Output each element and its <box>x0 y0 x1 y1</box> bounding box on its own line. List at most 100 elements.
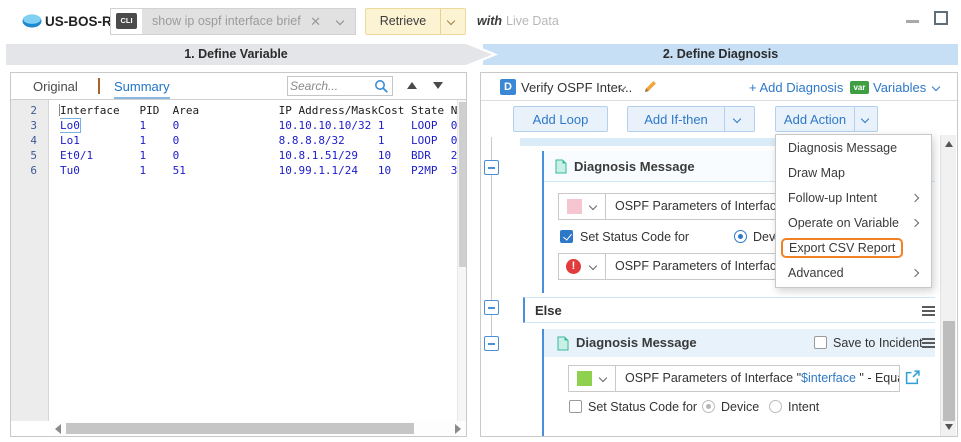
scroll-up-icon[interactable] <box>945 141 953 147</box>
set-status-checkbox[interactable] <box>560 230 573 243</box>
add-action-button[interactable]: Add Action <box>775 106 878 132</box>
left-vertical-scrollbar-thumb[interactable] <box>459 102 466 267</box>
tab-original[interactable]: Original <box>33 79 78 94</box>
intent-radio[interactable] <box>769 400 782 413</box>
submenu-arrow-icon <box>911 219 919 227</box>
left-vertical-scrollbar[interactable] <box>457 100 466 421</box>
step-define-variable[interactable]: 1. Define Variable <box>6 44 492 65</box>
add-action-label: Add Action <box>776 112 854 127</box>
add-loop-label: Add Loop <box>514 112 607 127</box>
scroll-left-icon[interactable] <box>55 424 61 434</box>
set-status-checkbox[interactable] <box>569 400 582 413</box>
add-if-then-label: Add If-then <box>628 112 724 127</box>
search-input[interactable] <box>290 77 370 95</box>
line-number: 2 <box>11 103 48 118</box>
code-line[interactable]: Lo1 1 0 8.8.8.8/32 1 LOOP 0/0 <box>60 133 466 148</box>
message-text[interactable]: OSPF Parameters of Interface " <box>615 259 791 273</box>
swatch-chevron-icon[interactable] <box>589 262 597 270</box>
code-line[interactable]: Tu0 1 51 10.99.1.1/24 10 P2MP 3/3 <box>60 163 466 178</box>
add-diagnosis-button[interactable]: + Add Diagnosis <box>749 80 843 95</box>
button-divider <box>724 107 725 131</box>
menu-item-label: Advanced <box>788 266 844 280</box>
diagnosis-message-header: Diagnosis Message Save to Incident <box>544 329 935 357</box>
right-vertical-scrollbar-thumb[interactable] <box>943 321 955 421</box>
command-input-body[interactable]: show ip ospf interface brief ✕ <box>142 9 355 34</box>
menu-item-advanced[interactable]: Advanced <box>776 261 931 286</box>
swatch-chevron-icon[interactable] <box>589 202 597 210</box>
row-divider <box>615 366 616 391</box>
drag-handle-icon[interactable] <box>922 310 935 312</box>
menu-item-diagnosis-message[interactable]: Diagnosis Message <box>776 136 931 161</box>
device-radio[interactable] <box>734 230 747 243</box>
collapse-toggle[interactable] <box>484 336 499 351</box>
left-horizontal-scrollbar[interactable] <box>50 421 466 436</box>
router-icon <box>22 14 42 28</box>
device-radio[interactable] <box>702 400 715 413</box>
search-icon[interactable] <box>374 79 389 94</box>
maximize-icon[interactable] <box>934 11 948 25</box>
find-previous-button[interactable] <box>407 82 417 89</box>
right-panel-header: D Verify OSPF Inter... + Add Diagnosis v… <box>481 73 957 101</box>
retrieve-dropdown-icon[interactable] <box>447 17 455 25</box>
drag-handle-icon[interactable] <box>922 342 935 344</box>
code-line[interactable]: Interface PID Area IP Address/MaskCost S… <box>60 103 466 118</box>
define-variable-panel: Original Summary 23456 Interface PID Are… <box>10 72 467 437</box>
retrieve-button[interactable]: Retrieve <box>366 9 440 34</box>
else-branch-row[interactable]: Else <box>523 297 935 323</box>
minimize-icon[interactable] <box>906 20 919 23</box>
add-if-then-button[interactable]: Add If-then <box>627 106 755 132</box>
message-row-green[interactable]: OSPF Parameters of Interface "$interface… <box>568 365 900 392</box>
collapse-toggle[interactable] <box>484 160 499 175</box>
right-vertical-scrollbar[interactable] <box>940 135 956 436</box>
add-action-menu: Diagnosis Message Draw Map Follow-up Inten… <box>775 134 932 288</box>
add-loop-button[interactable]: Add Loop <box>513 106 608 132</box>
code-line[interactable]: Lo0 1 0 10.10.10.10/32 1 LOOP 0/0 <box>60 118 466 133</box>
tab-summary[interactable]: Summary <box>114 79 170 99</box>
tab-divider <box>98 78 100 94</box>
intent-label: Intent <box>788 400 819 414</box>
find-next-button[interactable] <box>433 82 443 89</box>
scroll-right-icon[interactable] <box>455 424 461 434</box>
message-text[interactable]: OSPF Parameters of Interface " <box>615 199 791 213</box>
red-status-icon[interactable]: ! <box>566 259 581 274</box>
open-external-icon[interactable] <box>905 370 920 385</box>
command-input[interactable]: CLI show ip ospf interface brief ✕ <box>110 8 356 35</box>
selected-variable[interactable]: Lo0 <box>60 119 80 132</box>
variables-dropdown[interactable]: Variables <box>873 80 926 95</box>
save-to-incident-label: Save to Incident <box>833 336 923 350</box>
menu-item-export-csv-report[interactable]: Export CSV Report <box>776 236 931 261</box>
row-divider <box>605 194 606 219</box>
device-name: US-BOS-R1 <box>45 14 119 29</box>
diagnosis-name-dropdown[interactable]: Verify OSPF Inter... <box>521 80 632 95</box>
pink-color-swatch[interactable] <box>567 199 582 214</box>
green-color-swatch[interactable] <box>577 371 592 386</box>
line-number: 4 <box>11 133 48 148</box>
save-to-incident-checkbox[interactable] <box>814 336 827 349</box>
scroll-down-icon[interactable] <box>945 424 953 430</box>
set-status-label: Set Status Code for <box>580 230 689 244</box>
step-define-diagnosis[interactable]: 2. Define Diagnosis <box>483 44 958 65</box>
menu-item-label: Draw Map <box>788 166 845 180</box>
collapse-toggle[interactable] <box>484 300 499 315</box>
left-horizontal-scrollbar-thumb[interactable] <box>66 423 414 434</box>
swatch-chevron-icon[interactable] <box>599 374 607 382</box>
menu-item-draw-map[interactable]: Draw Map <box>776 161 931 186</box>
clear-command-icon[interactable]: ✕ <box>310 14 321 30</box>
menu-item-follow-up-intent[interactable]: Follow-up Intent <box>776 186 931 211</box>
diagnosis-badge: D <box>500 79 516 95</box>
message-suffix: " - Equal to B <box>856 371 900 385</box>
define-diagnosis-panel: D Verify OSPF Inter... + Add Diagnosis v… <box>480 72 958 437</box>
message-text[interactable]: OSPF Parameters of Interface "$interface… <box>625 371 900 385</box>
edit-pencil-icon[interactable] <box>643 79 658 94</box>
code-line[interactable]: Et0/1 1 0 10.8.1.51/29 10 BDR 2/2 <box>60 148 466 163</box>
add-if-then-chevron-icon[interactable] <box>733 115 741 123</box>
device-label: Device <box>721 400 759 414</box>
variables-chevron-icon[interactable] <box>932 83 940 91</box>
menu-item-operate-on-variable[interactable]: Operate on Variable <box>776 211 931 236</box>
line-number: 6 <box>11 163 48 178</box>
command-dropdown-icon[interactable] <box>336 17 344 25</box>
add-action-chevron-icon[interactable] <box>861 115 869 123</box>
command-text: show ip ospf interface brief <box>152 14 301 28</box>
cli-output-view[interactable]: 23456 Interface PID Area IP Address/Mask… <box>11 100 466 421</box>
retrieve-button-group: Retrieve <box>365 8 466 35</box>
